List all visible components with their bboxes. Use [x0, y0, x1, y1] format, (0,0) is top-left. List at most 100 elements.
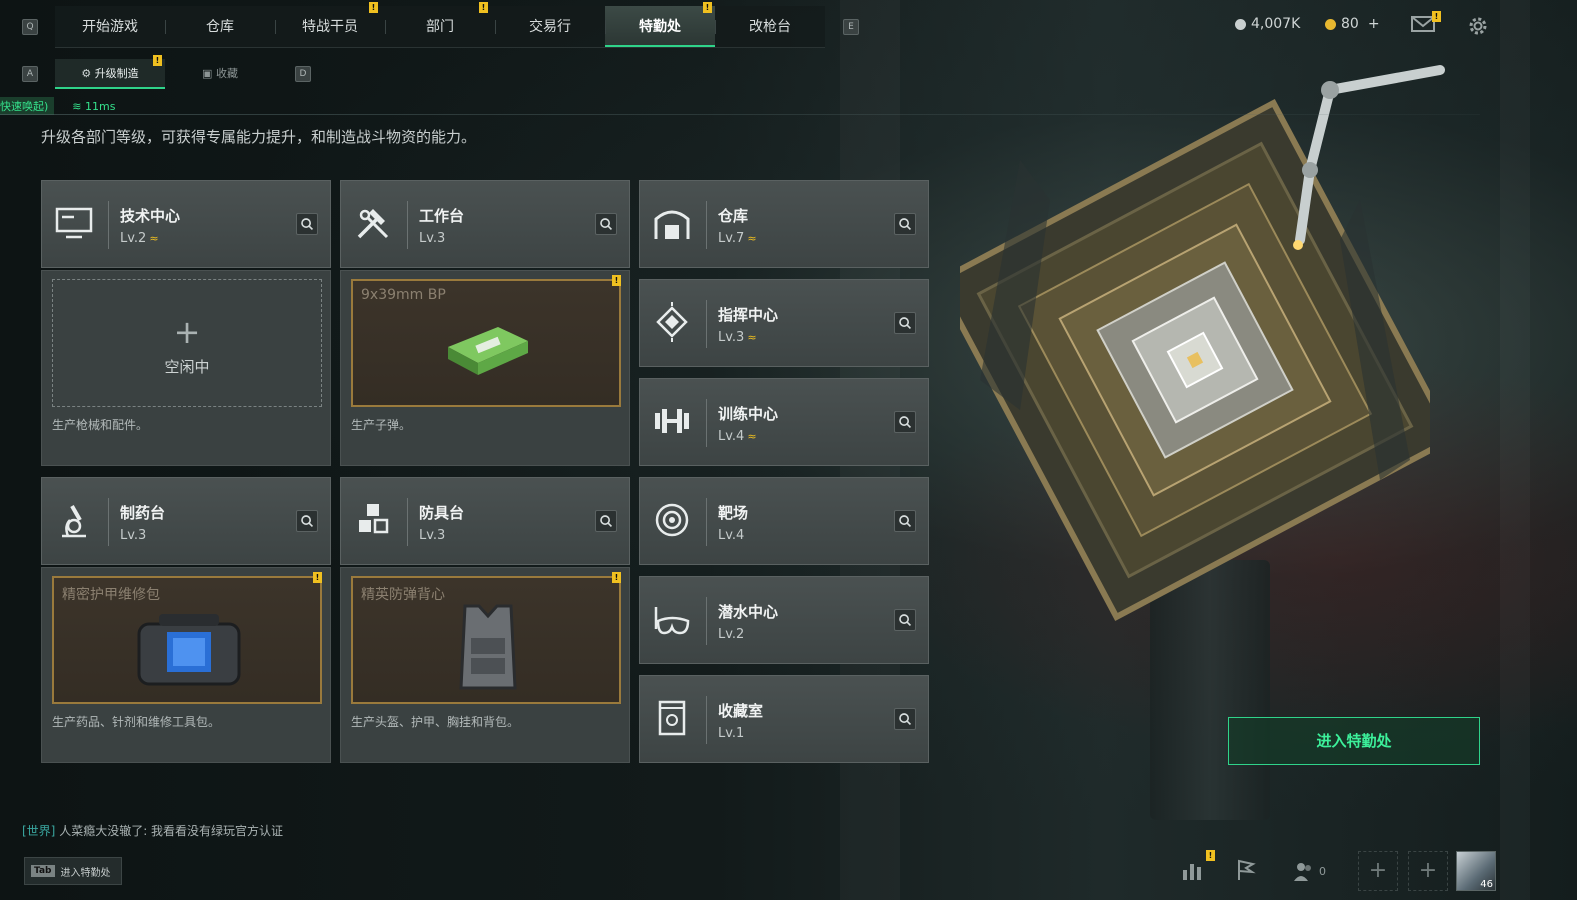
production-description: 生产子弹。	[351, 418, 412, 432]
search-button[interactable]	[595, 510, 617, 532]
flag-icon	[1238, 859, 1256, 880]
dept-card-command-center[interactable]: 指挥中心 Lv.3 ≈	[639, 279, 929, 367]
friends-icon	[1294, 863, 1311, 881]
search-button[interactable]	[894, 708, 916, 730]
gear-icon	[1469, 17, 1487, 35]
search-button[interactable]	[894, 411, 916, 433]
search-button[interactable]	[595, 213, 617, 235]
key-hint-d: D	[295, 66, 311, 82]
dept-card-diving-center[interactable]: 潜水中心 Lv.2	[639, 576, 929, 664]
production-slot-idle[interactable]: + 空闲中	[52, 279, 322, 407]
divider	[706, 597, 707, 645]
gold-currency: 80 +	[1325, 16, 1380, 32]
upgrade-arrow-icon: ≈	[149, 232, 159, 245]
enter-special-ops-button[interactable]: 进入特勤处	[1228, 717, 1480, 765]
cubes-icon	[359, 504, 389, 534]
add-currency-button[interactable]: +	[1368, 16, 1380, 32]
search-button[interactable]	[296, 213, 318, 235]
production-slot-active[interactable]: 精密护甲维修包 !	[52, 572, 322, 704]
dept-card-training-center[interactable]: 训练中心 Lv.4 ≈	[639, 378, 929, 466]
status-row: 快速唤起) ≋ 11ms	[0, 97, 115, 115]
dept-card-collection-room[interactable]: 收藏室 Lv.1	[639, 675, 929, 763]
invite-slot[interactable]: +	[1358, 851, 1398, 891]
upgrade-arrow-icon: ≈	[747, 430, 757, 443]
dept-name: 仓库	[718, 207, 749, 225]
tab-hint-enter[interactable]: Tab 进入特勤处	[24, 857, 122, 885]
tab-warehouse[interactable]: 仓库	[165, 6, 275, 47]
divider	[0, 114, 1480, 115]
mail-button[interactable]: !	[1410, 11, 1441, 36]
microscope-icon	[62, 505, 86, 538]
dept-card-warehouse[interactable]: 仓库 Lv.7 ≈	[639, 180, 929, 268]
search-icon	[301, 218, 314, 231]
dept-level-value: Lv.3	[718, 330, 745, 345]
search-icon	[899, 218, 912, 231]
dept-card-shooting-range[interactable]: 靶场 Lv.4	[639, 477, 929, 565]
production-description: 生产枪械和配件。	[52, 418, 149, 432]
tab-collection[interactable]: ▣ 收藏	[165, 59, 275, 89]
dept-card-armor[interactable]: 防具台 Lv.3	[340, 477, 630, 565]
background-column	[1500, 0, 1530, 900]
notification-badge: !	[612, 572, 621, 583]
search-button[interactable]	[894, 609, 916, 631]
search-icon	[899, 713, 912, 726]
friends-button[interactable]: 0	[1292, 858, 1332, 884]
dept-name: 收藏室	[718, 702, 764, 720]
tab-special-ops[interactable]: 特勤处!	[605, 2, 715, 47]
invite-slot[interactable]: +	[1408, 851, 1448, 891]
production-panel-armor: 精英防弹背心 ! 生产头盔、护甲、胸挂和背包。	[340, 567, 630, 763]
dept-card-tech-center[interactable]: 技术中心 Lv.2 ≈	[41, 180, 331, 268]
dept-card-pharmacy[interactable]: 制药台 Lv.3	[41, 477, 331, 565]
ping-value: 11ms	[85, 99, 116, 113]
flag-button[interactable]	[1234, 858, 1260, 884]
search-button[interactable]	[296, 510, 318, 532]
notification-badge: !	[313, 572, 322, 583]
search-button[interactable]	[894, 510, 916, 532]
production-panel-pharmacy: 精密护甲维修包 ! 生产药品、针剂和维修工具包。	[41, 567, 331, 763]
search-icon	[899, 614, 912, 627]
upgrade-arrow-icon: ≈	[747, 232, 757, 245]
dept-name: 工作台	[419, 207, 465, 225]
collection-icon: ▣	[202, 67, 213, 80]
divider	[706, 300, 707, 348]
stats-button[interactable]: !	[1180, 850, 1215, 884]
tab-trading[interactable]: 交易行	[495, 6, 605, 47]
notification-badge: !	[369, 2, 378, 13]
ammo-box-icon	[448, 327, 528, 375]
settings-button[interactable]	[1466, 14, 1490, 38]
dept-level: Lv.3	[419, 231, 446, 246]
dept-level: Lv.2	[718, 627, 745, 642]
tab-operators[interactable]: 特战干员!	[275, 2, 385, 47]
dept-name: 制药台	[120, 504, 166, 522]
search-icon	[600, 515, 613, 528]
key-hint-q: Q	[22, 19, 38, 35]
dept-name: 技术中心	[120, 207, 181, 225]
search-button[interactable]	[894, 312, 916, 334]
divider	[108, 498, 109, 546]
notification-badge: !	[153, 55, 162, 66]
chat-message[interactable]: [世界] 人菜瘾大没辙了: 我看看没有绿玩官方认证	[22, 822, 283, 839]
player-avatar[interactable]: 46	[1456, 851, 1496, 891]
production-slot-active[interactable]: 精英防弹背心 !	[351, 572, 621, 704]
tab-start-game[interactable]: 开始游戏	[55, 6, 165, 47]
quick-wake-tag: 快速唤起)	[0, 97, 55, 115]
tab-departments[interactable]: 部门!	[385, 2, 495, 47]
tab-gunsmith[interactable]: 改枪台	[715, 6, 825, 47]
dept-card-workbench[interactable]: 工作台 Lv.3	[340, 180, 630, 268]
dept-name: 训练中心	[718, 405, 779, 423]
tab-label: 收藏	[215, 67, 238, 80]
notification-badge: !	[703, 2, 712, 13]
search-button[interactable]	[894, 213, 916, 235]
dumbbell-icon	[655, 409, 689, 433]
add-production-icon: +	[173, 313, 201, 351]
key-hint-e: E	[843, 19, 859, 35]
production-slot-active[interactable]: 9x39mm BP !	[351, 275, 621, 407]
search-icon	[899, 416, 912, 429]
tab-upgrade-craft[interactable]: ⚙ 升级制造 !	[55, 55, 165, 89]
dept-name: 潜水中心	[718, 603, 779, 621]
divider	[706, 201, 707, 249]
notification-badge: !	[1206, 850, 1215, 861]
hammer-wrench-icon	[357, 209, 389, 239]
bar-chart-icon	[1183, 864, 1201, 880]
tab-label: 交易行	[529, 19, 571, 35]
